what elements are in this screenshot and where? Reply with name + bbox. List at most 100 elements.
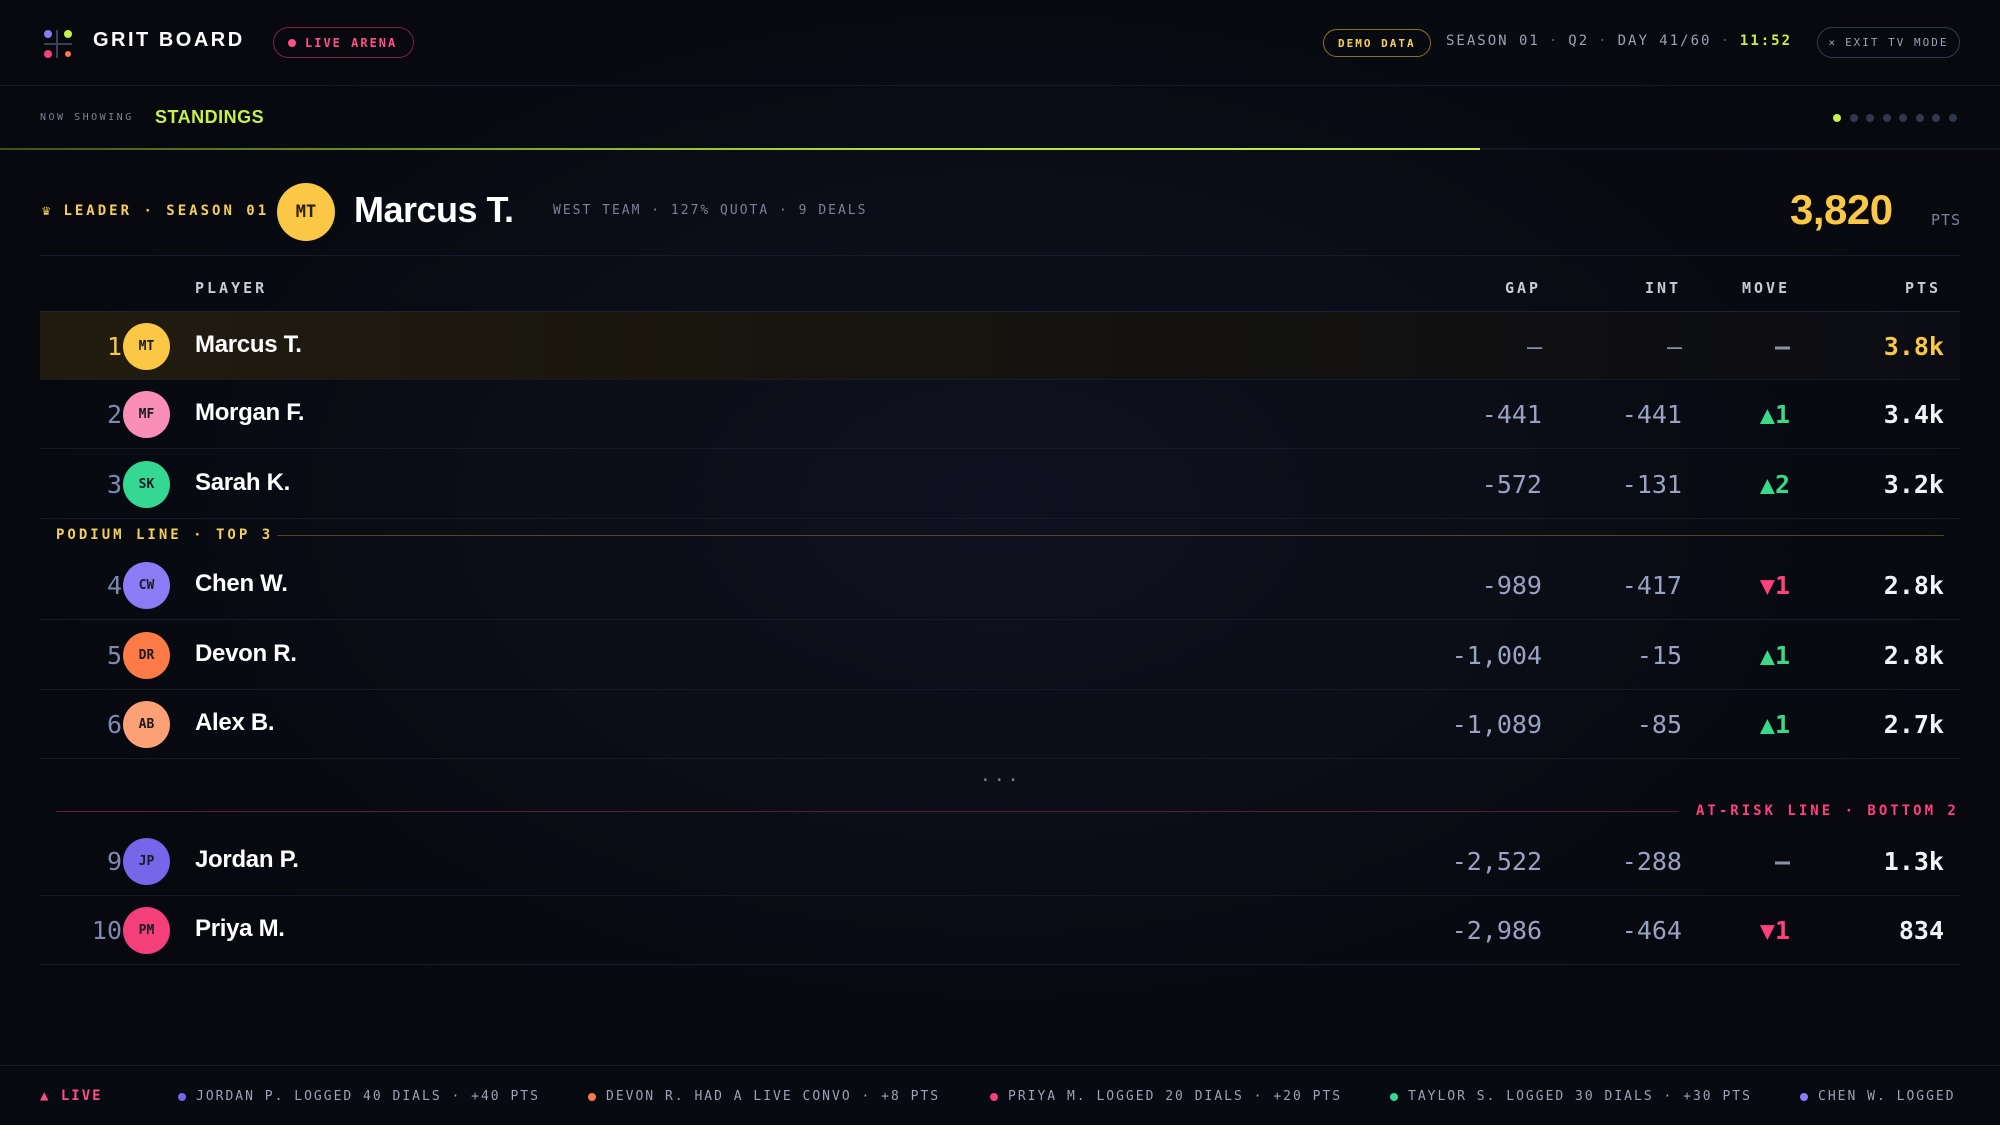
ticker-item: PRIYA M. LOGGED 20 DIALS · +20 PTS [990, 1089, 1342, 1104]
exit-tv-mode-label: EXIT TV MODE [1845, 36, 1949, 49]
rows-ellipsis: ... [980, 765, 1022, 786]
brand-name: GRIT BOARD [93, 29, 245, 51]
leader-name: Marcus T. [354, 189, 514, 230]
table-row[interactable]: 5 DR Devon R. -1,004 -15 ▲1 2.8k [40, 621, 1960, 690]
quarter-label: Q2 [1568, 33, 1590, 49]
page-dot[interactable] [1833, 114, 1841, 122]
avatar: PM [123, 907, 170, 954]
activity-dot-icon [1800, 1092, 1808, 1101]
season-label: SEASON 01 [1446, 33, 1540, 49]
col-header-gap: GAP [1505, 279, 1542, 297]
table-row[interactable]: 9 JP Jordan P. -2,522 -288–1.3k [40, 827, 1960, 896]
leader-avatar: MT [277, 183, 335, 241]
col-header-player: PLAYER [195, 279, 268, 297]
now-showing-label: NOW SHOWING [40, 112, 134, 123]
rank: 6 [106, 710, 122, 739]
now-showing-title: STANDINGS [155, 107, 265, 127]
ticker-item: CHEN W. LOGGED [1800, 1089, 1956, 1104]
player-name: Devon R. [195, 640, 297, 667]
ticker-item-text: CHEN W. LOGGED [1818, 1089, 1956, 1104]
rank: 5 [106, 641, 122, 670]
activity-dot-icon [588, 1092, 596, 1101]
rank: 10 [91, 916, 122, 945]
ticker-item: JORDAN P. LOGGED 40 DIALS · +40 PTS [178, 1089, 540, 1104]
top-bar: GRIT BOARD LIVE ARENA DEMO DATA SEASON 0… [0, 0, 2000, 86]
at-risk-line-label: AT-RISK LINE · BOTTOM 2 [1696, 803, 1959, 819]
col-header-move: MOVE [1742, 279, 1791, 297]
col-header-pts: PTS [1905, 279, 1942, 297]
rank: 2 [106, 400, 122, 429]
activity-dot-icon [990, 1092, 998, 1101]
pts-value: 2.7k [1883, 710, 1944, 739]
player-name: Sarah K. [195, 469, 290, 496]
avatar: DR [123, 632, 170, 679]
activity-dot-icon [1390, 1092, 1398, 1101]
avatar: MT [123, 323, 170, 370]
page-dot[interactable] [1866, 114, 1874, 122]
ticker-item: DEVON R. HAD A LIVE CONVO · +8 PTS [588, 1089, 940, 1104]
page-dot[interactable] [1882, 114, 1891, 122]
activity-ticker: ▲ LIVE JORDAN P. LOGGED 40 DIALS · +40 P… [0, 1065, 2000, 1125]
leader-meta: WEST TEAM · 127% QUOTA · 9 DEALS [553, 203, 868, 218]
page-dot[interactable] [1948, 114, 1957, 122]
avatar: JP [123, 838, 170, 885]
podium-line [277, 535, 1944, 536]
rank: 1 [106, 332, 122, 361]
avatar: AB [123, 701, 170, 748]
activity-dot-icon [178, 1092, 186, 1101]
leader-tag: ♛ LEADER · SEASON 01 [42, 203, 269, 219]
page-dot[interactable] [1899, 114, 1907, 122]
live-dot-icon [288, 38, 296, 47]
page-dot[interactable] [1932, 114, 1940, 122]
page-indicator[interactable] [1833, 114, 1957, 122]
live-arena-badge: LIVE ARENA [273, 27, 415, 58]
table-row[interactable]: 1 MT Marcus T. — — –3.8k [40, 311, 1960, 380]
ticker-item: TAYLOR S. LOGGED 30 DIALS · +30 PTS [1390, 1089, 1752, 1104]
table-row[interactable]: 4 CW Chen W. -989 -417 ▼1 2.8k [40, 551, 1960, 620]
clock: 11:52 [1739, 33, 1793, 49]
pts-value: 834 [1898, 916, 1944, 945]
table-row[interactable]: 6 AB Alex B. -1,089 -85 ▲1 2.7k [40, 690, 1960, 759]
rank: 3 [106, 470, 122, 499]
divider [40, 255, 1960, 256]
at-risk-line [56, 811, 1679, 812]
ticker-live-label: ▲ LIVE [40, 1088, 103, 1104]
player-name: Marcus T. [195, 331, 302, 358]
live-arena-label: LIVE ARENA [305, 35, 398, 50]
day-label: DAY 41/60 [1617, 33, 1712, 49]
page-dot[interactable] [1915, 114, 1924, 122]
pts-value: 1.3k [1883, 847, 1944, 876]
progress-bar [0, 148, 1480, 150]
player-name: Morgan F. [195, 399, 305, 426]
player-name: Jordan P. [195, 846, 299, 873]
grit-logo-icon [44, 30, 72, 58]
avatar: MF [123, 391, 170, 438]
rank: 9 [106, 847, 122, 876]
podium-line-label: PODIUM LINE · TOP 3 [56, 527, 274, 543]
crown-icon: ♛ [42, 203, 54, 219]
season-info: SEASON 01 · Q2 · DAY 41/60 · 11:52 [1446, 33, 1793, 49]
player-name: Chen W. [195, 570, 288, 597]
table-row[interactable]: 10 PM Priya M. -2,986 -464 ▼1 834 [40, 896, 1960, 965]
player-name: Alex B. [195, 709, 275, 736]
leader-points-unit: PTS [1931, 211, 1962, 229]
leader-points: 3,820 [1790, 186, 1893, 233]
page-dot[interactable] [1849, 114, 1858, 122]
demo-data-badge: DEMO DATA [1323, 29, 1431, 57]
pts-value: 3.4k [1883, 400, 1944, 429]
ticker-item-text: DEVON R. HAD A LIVE CONVO · +8 PTS [606, 1089, 941, 1104]
table-row[interactable]: 3 SK Sarah K. -572 -131 ▲2 3.2k [40, 450, 1960, 519]
pts-value: 2.8k [1883, 641, 1944, 670]
col-header-int: INT [1645, 279, 1682, 297]
player-name: Priya M. [195, 915, 285, 942]
close-icon: × [1828, 36, 1838, 49]
ticker-item-text: PRIYA M. LOGGED 20 DIALS · +20 PTS [1008, 1089, 1343, 1104]
pts-value: 3.8k [1883, 332, 1944, 361]
pts-value: 2.8k [1883, 571, 1944, 600]
ticker-item-text: JORDAN P. LOGGED 40 DIALS · +40 PTS [196, 1089, 540, 1104]
avatar: SK [123, 461, 170, 508]
table-row[interactable]: 2 MF Morgan F. -441 -441 ▲1 3.4k [40, 380, 1960, 449]
pts-value: 3.2k [1883, 470, 1944, 499]
exit-tv-mode-button[interactable]: × EXIT TV MODE [1817, 27, 1960, 58]
leader-tag-label: LEADER · SEASON 01 [63, 203, 270, 219]
